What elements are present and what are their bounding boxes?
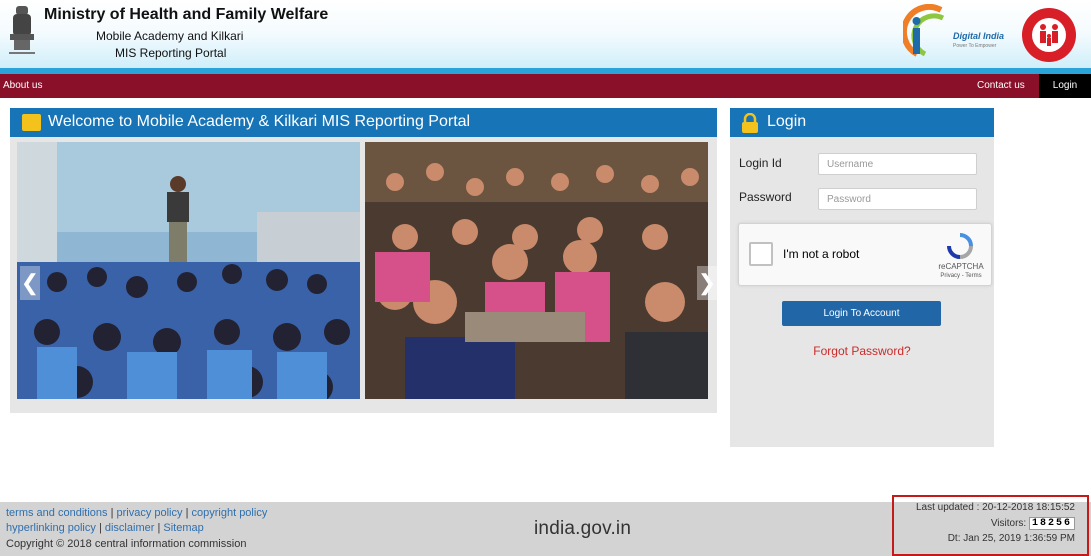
last-updated-text: Last updated : 20-12-2018 18:15:52 <box>915 502 1075 513</box>
footer-links-row-1: terms and conditions | privacy policy | … <box>6 507 267 519</box>
digital-india-label: Digital India <box>953 31 1005 41</box>
nav-contact-link[interactable]: Contact us <box>977 74 1025 98</box>
women-group-photo <box>365 142 708 399</box>
site-header: Ministry of Health and Family Welfare Mo… <box>0 0 1091 74</box>
welcome-title: Welcome to Mobile Academy & Kilkari MIS … <box>48 113 471 130</box>
site-stats-box: Last updated : 20-12-2018 18:15:52 Visit… <box>892 495 1089 556</box>
username-input[interactable] <box>818 153 977 175</box>
recaptcha-logo-icon <box>947 233 973 259</box>
india-gov-logo[interactable]: india.gov.in <box>534 518 631 540</box>
login-header: Login <box>730 108 994 137</box>
sitemap-link[interactable]: Sitemap <box>163 522 203 534</box>
top-navbar: About us Contact us Login <box>0 74 1091 98</box>
visitors-label: Visitors: <box>990 518 1027 530</box>
hyperlinking-link[interactable]: hyperlinking policy <box>6 522 96 534</box>
carousel-next-button[interactable]: ❯ <box>697 266 717 300</box>
carousel-slide-women-group <box>365 142 708 399</box>
nav-about-link[interactable]: About us <box>3 74 42 98</box>
forgot-password-link[interactable]: Forgot Password? <box>730 344 994 358</box>
login-panel: Login Login Id Password I'm not a robot … <box>730 108 994 447</box>
national-emblem-icon <box>9 6 35 54</box>
recaptcha-widget: I'm not a robot reCAPTCHA Privacy - Term… <box>738 223 992 286</box>
ministry-title: Ministry of Health and Family Welfare <box>44 6 329 23</box>
welcome-header: Welcome to Mobile Academy & Kilkari MIS … <box>10 108 717 137</box>
lock-icon <box>742 113 758 133</box>
recaptcha-links[interactable]: Privacy - Terms <box>936 273 986 279</box>
site-footer: terms and conditions | privacy policy | … <box>0 495 1091 556</box>
current-datetime: Dt: Jan 25, 2019 1:36:59 PM <box>947 533 1075 544</box>
disclaimer-link[interactable]: disclaimer <box>105 522 155 534</box>
carousel-prev-button[interactable]: ❮ <box>20 266 40 300</box>
visitor-counter: 18256 <box>1028 517 1075 530</box>
classroom-photo <box>17 142 360 399</box>
visitors-row: Visitors: 18256 <box>991 517 1075 530</box>
welcome-panel: Welcome to Mobile Academy & Kilkari MIS … <box>10 108 717 413</box>
login-title: Login <box>767 113 807 130</box>
portal-subtitle-1: Mobile Academy and Kilkari <box>96 29 244 43</box>
carousel-slide-classroom <box>17 142 360 399</box>
image-icon <box>22 114 41 131</box>
recaptcha-label: I'm not a robot <box>783 247 860 261</box>
nhm-logo-icon <box>1022 8 1076 62</box>
digital-india-tagline: Power To Empower <box>953 43 997 49</box>
password-input[interactable] <box>818 188 977 210</box>
password-label: Password <box>739 190 792 204</box>
portal-subtitle-2: MIS Reporting Portal <box>115 46 227 60</box>
privacy-link[interactable]: privacy policy <box>116 507 182 519</box>
recaptcha-checkbox[interactable] <box>749 242 773 266</box>
footer-links-row-2: hyperlinking policy | disclaimer | Sitem… <box>6 522 204 534</box>
login-submit-button[interactable]: Login To Account <box>782 301 941 326</box>
copyright-text: Copyright © 2018 central information com… <box>6 538 247 550</box>
terms-link[interactable]: terms and conditions <box>6 507 108 519</box>
copyright-link[interactable]: copyright policy <box>192 507 268 519</box>
nav-login-link[interactable]: Login <box>1039 74 1091 98</box>
login-id-label: Login Id <box>739 156 782 170</box>
recaptcha-brand: reCAPTCHA <box>938 262 984 271</box>
